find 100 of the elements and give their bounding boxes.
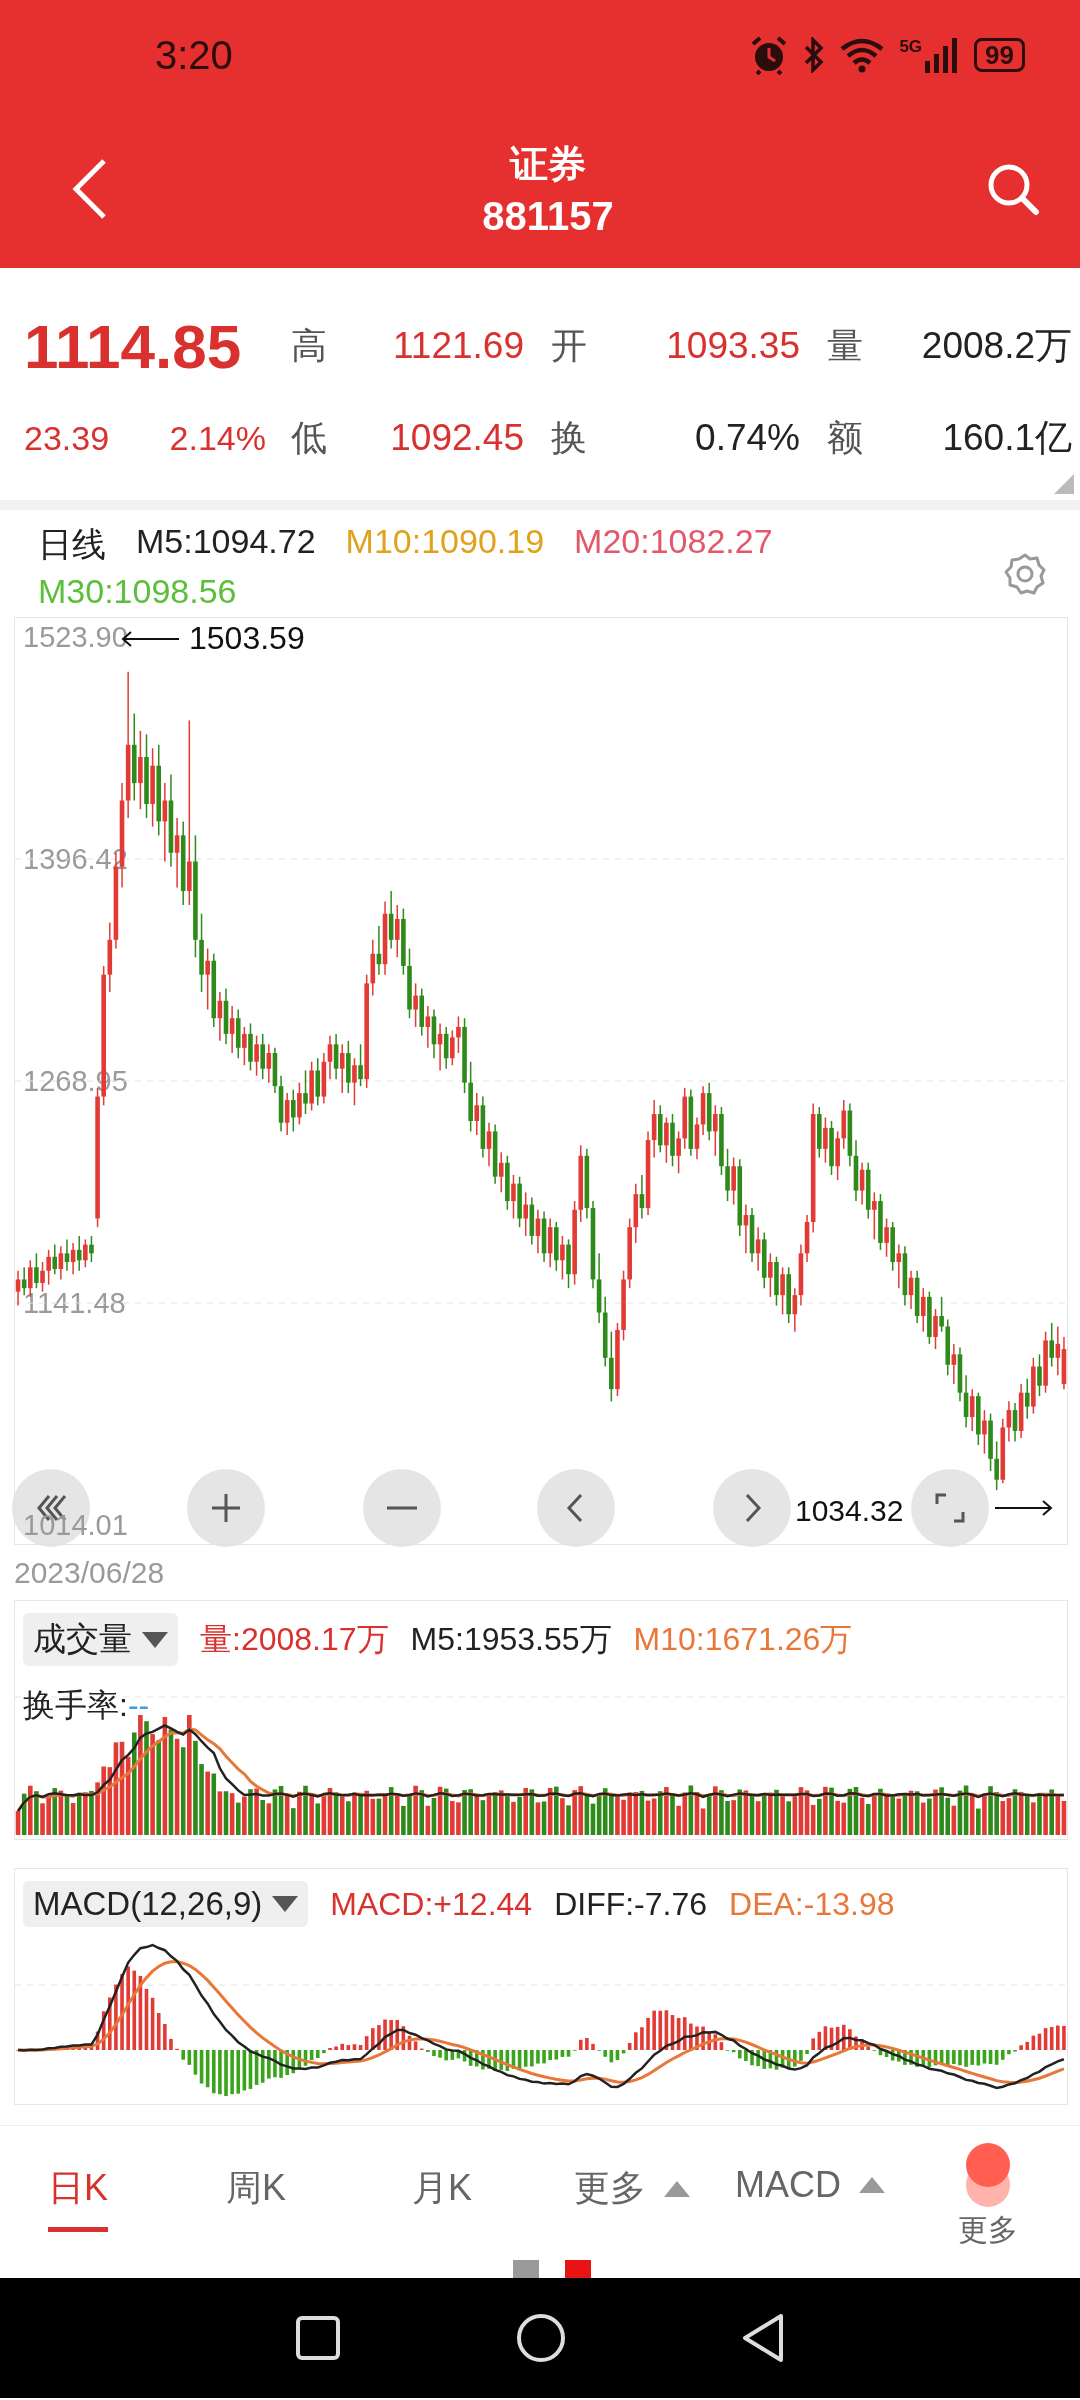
stat-value: 160.1亿 — [941, 416, 1072, 460]
candlestick — [498, 1151, 504, 1194]
candlestick — [339, 1043, 345, 1094]
settings-icon[interactable] — [1003, 552, 1047, 596]
search-icon[interactable] — [986, 162, 1040, 216]
candlestick — [1024, 1377, 1030, 1420]
macd-value: MACD:+12.44 — [330, 1885, 533, 1923]
battery-level: 99 — [974, 38, 1025, 72]
stat-label: 开 — [550, 323, 588, 368]
moving-average-value: M5:1094.72 — [136, 522, 316, 562]
candlestick — [15, 1270, 21, 1307]
candlestick — [939, 1296, 944, 1333]
candlestick — [83, 1238, 88, 1269]
bluetooth-icon — [803, 37, 826, 73]
indicator-selector[interactable]: 成交量 — [23, 1613, 178, 1666]
candlestick — [920, 1287, 926, 1333]
candlestick — [823, 1116, 828, 1164]
arrow-right-icon — [995, 1500, 1053, 1516]
candlestick — [174, 817, 180, 889]
candlestick — [1049, 1322, 1055, 1368]
home-icon[interactable] — [516, 2313, 566, 2363]
candlestick — [474, 1092, 480, 1136]
stat-value: 2008.2万 — [920, 324, 1072, 368]
candlestick — [358, 1043, 363, 1087]
period-tab[interactable]: 更多 — [574, 2164, 690, 2232]
caret-down-icon — [272, 1896, 299, 1912]
candlestick — [884, 1217, 889, 1258]
fullscreen-icon — [934, 1492, 966, 1524]
plus-icon — [210, 1492, 242, 1524]
caret-up-icon — [664, 2180, 690, 2197]
back-icon[interactable] — [741, 2313, 785, 2363]
candlestick — [76, 1235, 82, 1272]
network-label: 5G — [899, 37, 923, 57]
candlestick — [664, 1116, 669, 1164]
period-tab[interactable]: 周K — [226, 2164, 286, 2232]
candlestick — [303, 1069, 308, 1115]
dot-icon — [965, 2142, 1011, 2208]
wifi-icon — [839, 37, 886, 73]
candlestick — [352, 1057, 357, 1107]
date-label: 2023/06/28 — [14, 1555, 165, 1590]
volume-value: M5:1953.55万 — [410, 1619, 612, 1659]
candlestick — [933, 1308, 938, 1350]
high-price-marker: 1503.59 — [189, 620, 305, 657]
axis-label: 1014.01 — [23, 1509, 128, 1541]
period-tab[interactable]: 日K — [48, 2164, 108, 2232]
change-percent: 2.14% — [169, 418, 266, 458]
candlestick — [52, 1243, 58, 1275]
stock-code: 881157 — [482, 194, 614, 239]
candlestick — [1037, 1353, 1042, 1397]
candlestick — [64, 1238, 70, 1272]
stat-value: 1121.69 — [392, 325, 524, 367]
indicator-selector[interactable]: MACD(12,26,9) — [23, 1881, 309, 1927]
corner-icon — [1054, 474, 1074, 494]
candlestick — [780, 1266, 785, 1316]
candlestick — [994, 1440, 999, 1491]
turnover-label: 换手率: — [23, 1687, 128, 1723]
indicator-tab[interactable]: MACD — [735, 2164, 885, 2225]
period-tab[interactable]: 月K — [412, 2164, 472, 2232]
candlestick — [535, 1209, 541, 1255]
candlestick — [413, 982, 418, 1028]
low-price-marker: 1034.32 — [795, 1494, 904, 1528]
candlestick — [205, 947, 210, 1011]
candlestick — [560, 1235, 565, 1281]
stat-value: 1092.45 — [389, 417, 524, 459]
moving-average-value: M20:1082.27 — [574, 522, 773, 562]
stat-label: 低 — [290, 415, 328, 460]
period-label: 日线 — [38, 524, 106, 565]
macd-value: DEA:-13.98 — [729, 1885, 895, 1923]
candlestick — [982, 1409, 987, 1455]
candlestick — [394, 904, 400, 959]
stat-label: 额 — [826, 415, 864, 460]
moving-average-value: M30:1098.56 — [38, 572, 237, 611]
axis-label: 1523.90 — [23, 620, 128, 653]
minus-icon — [387, 1506, 417, 1510]
recents-icon[interactable] — [295, 2315, 341, 2361]
candlestick — [40, 1261, 45, 1293]
candlestick — [21, 1266, 27, 1296]
candlestick — [511, 1174, 516, 1220]
candlestick — [768, 1252, 773, 1298]
current-price: 1114.85 — [24, 310, 243, 382]
volume-value: 量:2008.17万 — [200, 1619, 389, 1659]
candlestick — [456, 1015, 461, 1054]
caret-up-icon — [859, 2177, 885, 2193]
candlestick — [254, 1034, 259, 1077]
stat-value: 1093.35 — [665, 325, 800, 367]
more-button[interactable]: 更多 — [958, 2142, 1018, 2251]
stat-label: 量 — [826, 323, 864, 368]
stat-label: 高 — [290, 323, 328, 368]
stat-value: 0.74% — [694, 417, 800, 459]
page-title: 证券 — [510, 142, 586, 187]
axis-label: 1141.48 — [23, 1287, 126, 1319]
candlestick — [450, 1029, 455, 1066]
macd-value: DIFF:-7.76 — [554, 1885, 708, 1923]
turnover-value: -- — [127, 1687, 150, 1723]
candlestick — [425, 1005, 431, 1049]
candlestick — [290, 1088, 296, 1133]
candlestick — [872, 1191, 877, 1241]
candlestick — [242, 1026, 247, 1066]
candlestick — [896, 1243, 902, 1289]
candlestick — [46, 1249, 51, 1286]
